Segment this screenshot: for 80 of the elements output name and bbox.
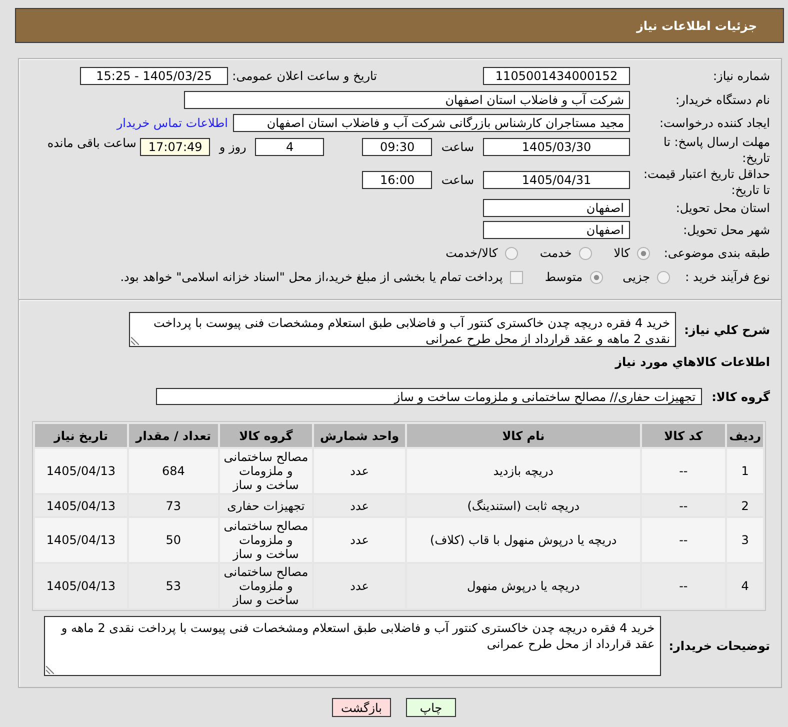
field-label: نام دستگاه خریدار:: [674, 92, 770, 106]
radio-option[interactable]: کالا: [614, 246, 650, 260]
table-cell: عدد: [314, 564, 406, 608]
column-header: گروه کالا: [220, 424, 312, 447]
field-label: ساعت باقی مانده: [47, 135, 136, 152]
column-header: تاریخ نیاز: [35, 424, 127, 447]
table-cell: 4: [727, 564, 763, 608]
validity-time-field[interactable]: 16:00: [362, 171, 432, 189]
page-title: جزئیات اطلاعات نیاز: [636, 18, 757, 32]
requester-field[interactable]: مجید مستاجران کارشناس بازرگانی شرکت آب و فاضلاب استان اصفهان: [233, 114, 630, 132]
table-cell: مصالح ساختمانی و ملزومات ساخت و ساز: [220, 518, 312, 562]
time-left-field[interactable]: 17:07:49: [140, 138, 210, 156]
table-cell: 3: [727, 518, 763, 562]
validity-date-field[interactable]: 1405/04/31: [483, 171, 630, 189]
table-cell: 53: [128, 564, 218, 608]
field-label: شرح کلي نیاز:: [684, 322, 770, 336]
column-header: ردیف: [727, 424, 763, 447]
table-cell: 50: [128, 518, 218, 562]
table-cell: دریچه بازدید: [407, 449, 640, 493]
table-cell: 1405/04/13: [35, 518, 127, 562]
table-cell: 2: [727, 495, 763, 516]
table-cell: مصالح ساختمانی و ملزومات ساخت و ساز: [220, 564, 312, 608]
table-cell: 1405/04/13: [35, 449, 127, 493]
field-label: شماره نیاز:: [712, 69, 770, 83]
field-label: شهر محل تحویل:: [682, 223, 770, 237]
table-cell: تجهیزات حفاری: [220, 495, 312, 516]
table-cell: عدد: [314, 495, 406, 516]
table-cell: --: [642, 495, 726, 516]
table-cell: دریچه یا درپوش منهول با قاب (کلاف): [407, 518, 640, 562]
table-cell: 684: [128, 449, 218, 493]
print-button[interactable]: چاپ: [406, 698, 456, 717]
field-label: تاریخ و ساعت اعلان عمومی:: [232, 69, 377, 83]
table-cell: عدد: [314, 518, 406, 562]
deadline-time-field[interactable]: 09:30: [362, 138, 432, 156]
buyer-name-field[interactable]: شرکت آب و فاضلاب استان اصفهان: [184, 90, 630, 108]
table-cell: دریچه یا درپوش منهول: [407, 564, 640, 608]
contact-link[interactable]: اطلاعات تماس خریدار: [116, 116, 228, 130]
table-cell: 1405/04/13: [35, 495, 127, 516]
field-label: طبقه بندی موضوعی:: [662, 246, 770, 260]
field-label: ساعت: [441, 172, 474, 189]
need-number-field[interactable]: 1105001434000152: [483, 67, 630, 85]
province-field[interactable]: اصفهان: [483, 199, 630, 217]
field-label: گروه کالا:: [712, 390, 770, 404]
column-header: کد کالا: [642, 424, 726, 447]
days-left-field[interactable]: 4: [255, 138, 324, 156]
table-cell: --: [642, 564, 726, 608]
checkbox-option[interactable]: پرداخت تمام یا بخشی از مبلغ خرید،از محل "اسناد خزانه اسلامی" خواهد بود.: [120, 270, 523, 284]
field-label: توضیحات خریدار:: [668, 639, 770, 653]
radio-option[interactable]: خدمت: [540, 246, 592, 260]
field-label: مهلت ارسال پاسخ: تا تاریخ:: [662, 134, 770, 166]
column-header: واحد شمارش: [314, 424, 406, 447]
field-label: روز و: [219, 139, 246, 156]
field-label: استان محل تحویل:: [674, 201, 770, 215]
radio-option[interactable]: کالا/خدمت: [446, 246, 518, 260]
table-cell: 1: [727, 449, 763, 493]
goods-group-field[interactable]: تجهیزات حفاری// مصالح ساختمانی و ملزومات ساخت و ساز: [156, 388, 702, 405]
radio-option[interactable]: جزیی: [622, 270, 670, 284]
column-header: نام کالا: [407, 424, 640, 447]
field-label: ایجاد کننده درخواست:: [658, 116, 770, 130]
buyer-notes-box[interactable]: خرید 4 فقره دریچه چدن خاکستری کنتور آب و فاضلابی طبق استعلام ومشخصات فنی پیوست با پرداخت نقدی 2 ماهه و عقد قرارداد از محل طرح عمرانی: [44, 616, 661, 676]
table-cell: دریچه ثابت (استندینگ): [407, 495, 640, 516]
resize-grip-icon[interactable]: [131, 337, 140, 345]
section-title: اطلاعات کالاهاي مورد نیاز: [614, 355, 770, 369]
announce-date-field[interactable]: 1405/03/25 - 15:25: [80, 67, 228, 85]
deadline-date-field[interactable]: 1405/03/30: [483, 138, 630, 156]
back-button[interactable]: بازگشت: [332, 698, 391, 717]
column-header: تعداد / مقدار: [128, 424, 218, 447]
city-field[interactable]: اصفهان: [483, 221, 630, 239]
field-label: ساعت: [441, 139, 474, 156]
table-cell: عدد: [314, 449, 406, 493]
table-cell: 73: [128, 495, 218, 516]
table-cell: --: [642, 518, 726, 562]
radio-option[interactable]: متوسط: [544, 270, 603, 284]
table-cell: مصالح ساختمانی و ملزومات ساخت و ساز: [220, 449, 312, 493]
resize-grip-icon[interactable]: [46, 666, 54, 674]
field-label: نوع فرآیند خرید :: [684, 270, 770, 284]
description-box[interactable]: خرید 4 فقره دریچه چدن خاکستری کنتور آب و فاضلابی طبق استعلام ومشخصات فنی پیوست با پرداخت نقدی 2 ماهه و عقد قرارداد از محل طرح عمرانی: [129, 312, 676, 347]
table-cell: 1405/04/13: [35, 564, 127, 608]
table-cell: --: [642, 449, 726, 493]
field-label: حداقل تاریخ اعتبار قیمت: تا تاریخ:: [642, 166, 770, 198]
